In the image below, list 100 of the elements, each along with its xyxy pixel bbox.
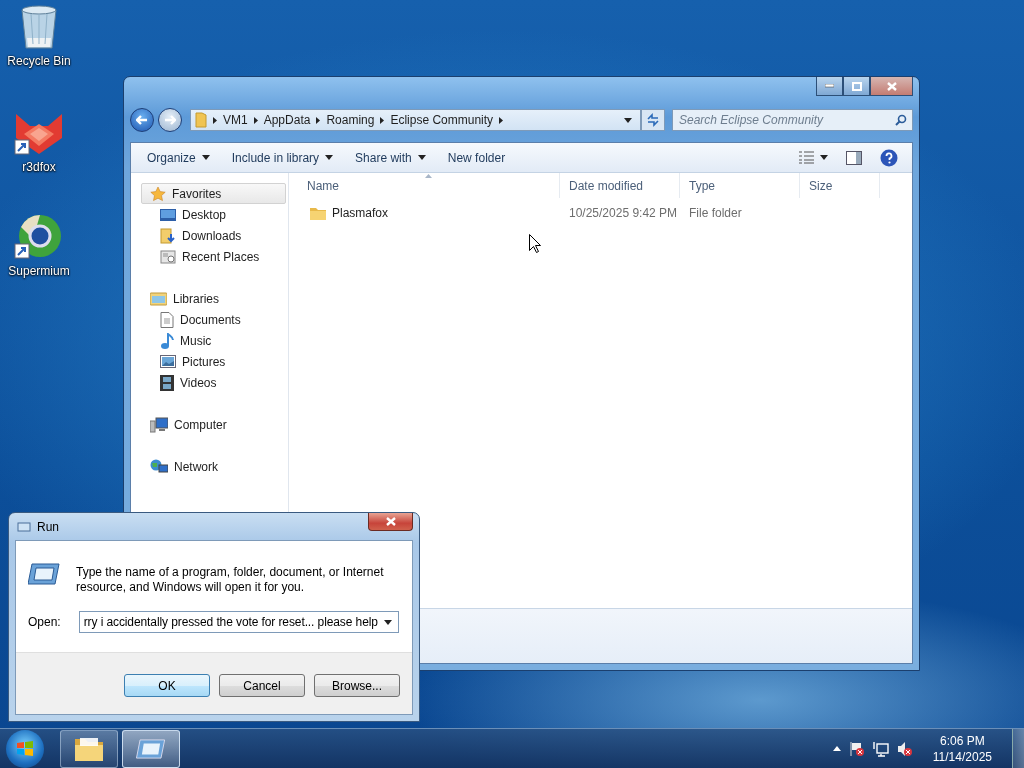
toolbar-button[interactable]: Include in library <box>223 146 342 169</box>
address-bar[interactable]: VM1 AppData Roaming Eclipse Community <box>190 109 641 131</box>
caret-icon <box>201 155 210 160</box>
search-icon <box>895 114 907 126</box>
show-hidden-icons-button[interactable] <box>832 746 841 751</box>
nav-item[interactable]: Libraries <box>141 288 286 309</box>
refresh-icon <box>646 113 660 127</box>
chevron-icon <box>316 116 321 124</box>
network-status-button[interactable] <box>872 740 889 757</box>
back-arrow-icon <box>136 115 148 125</box>
nav-item[interactable]: Network <box>141 456 286 477</box>
folder-icon <box>74 735 104 762</box>
breadcrumb-item[interactable]: Roaming <box>326 113 375 127</box>
breadcrumb-item[interactable]: AppData <box>263 113 311 127</box>
toolbar-button[interactable]: Organize <box>139 146 218 169</box>
nav-item[interactable]: Music <box>141 330 286 351</box>
table-cell-text: 10/25/2025 9:42 PM <box>568 206 679 220</box>
nav-item[interactable]: Videos <box>141 372 286 393</box>
browser-app-icon[interactable] <box>14 214 64 260</box>
nav-item[interactable]: Computer <box>141 414 286 435</box>
preview-pane-button[interactable] <box>844 148 864 167</box>
close-button[interactable] <box>368 513 413 531</box>
up-arrow-icon <box>832 746 841 751</box>
flag-error-icon <box>848 740 865 757</box>
toolbar-button[interactable]: New folder <box>439 146 514 169</box>
caret-icon <box>325 155 334 160</box>
windows-logo-icon <box>16 740 34 757</box>
chevron-icon <box>253 116 258 124</box>
nav-item[interactable]: Favorites <box>141 183 286 204</box>
nav-item[interactable]: Desktop <box>141 204 286 225</box>
table-cell-text: File folder <box>688 206 743 220</box>
back-button[interactable] <box>130 108 154 132</box>
column-header[interactable]: Size <box>800 173 880 198</box>
column-header[interactable]: Date modified <box>560 173 680 198</box>
mouse-pointer-icon <box>529 234 541 253</box>
chevron-icon <box>213 116 217 124</box>
desktop-icon-label[interactable]: r3dfox <box>22 160 56 174</box>
close-icon <box>385 517 396 526</box>
library-icon <box>150 291 167 306</box>
help-icon <box>880 148 898 167</box>
star-icon <box>150 185 166 202</box>
start-button[interactable] <box>6 729 44 768</box>
recycle-bin-icon[interactable] <box>19 4 59 50</box>
desktop-icon <box>160 207 176 222</box>
chevron-icon <box>499 116 504 124</box>
view-options-button[interactable] <box>797 149 830 166</box>
instruction-text: Type the name of a program, folder, document, or Internet resource, and Windows will open it for you. <box>76 565 385 595</box>
caret-icon <box>820 155 828 160</box>
forward-arrow-icon <box>164 115 176 125</box>
list-view-icon <box>799 151 814 164</box>
breadcrumb-item[interactable]: Eclipse Community <box>390 113 494 127</box>
computer-icon <box>150 416 168 433</box>
run-icon <box>17 521 31 532</box>
clock-time: 6:06 PM <box>940 732 985 749</box>
nav-item[interactable]: Pictures <box>141 351 286 372</box>
toolbar-button[interactable]: Share with <box>347 146 434 169</box>
network-icon <box>150 458 168 475</box>
desktop-icon-label[interactable]: Supermium <box>8 264 70 278</box>
open-input-field[interactable]: rry i accidentally pressed the vote for reset... please help <box>78 611 399 633</box>
folder-download-icon <box>160 227 176 244</box>
nav-item[interactable]: Recent Places <box>141 246 286 267</box>
dialog-button[interactable]: Browse... <box>314 674 400 697</box>
film-icon <box>160 374 174 391</box>
refresh-button[interactable] <box>641 109 665 131</box>
caret-icon <box>624 117 632 123</box>
folder-icon <box>195 112 207 128</box>
clock-date: 11/14/2025 <box>932 748 992 765</box>
taskbar-button[interactable] <box>122 729 180 768</box>
clock[interactable]: 6:06 PM 11/14/2025 <box>926 731 998 766</box>
search-field[interactable]: Search Eclipse Community <box>672 109 913 131</box>
open-label: Open: <box>28 615 61 629</box>
caret-icon <box>383 619 392 625</box>
taskbar-button[interactable] <box>60 729 118 768</box>
dialog-title: Run <box>37 519 59 534</box>
sort-arrow-icon <box>425 174 432 178</box>
breadcrumb-item[interactable]: VM1 <box>223 113 248 127</box>
desktop-icon-label[interactable]: Recycle Bin <box>7 54 71 68</box>
caret-icon <box>417 155 426 160</box>
dialog-button[interactable]: Cancel <box>219 674 305 697</box>
speaker-muted-icon <box>896 740 913 757</box>
forward-button[interactable] <box>158 108 182 132</box>
column-header[interactable]: Type <box>680 173 800 198</box>
minimize-button[interactable] <box>816 77 843 96</box>
file-name-cell[interactable]: Plasmafox <box>298 206 560 220</box>
document-icon <box>160 311 174 328</box>
close-button[interactable] <box>870 77 913 96</box>
nav-item[interactable]: Documents <box>141 309 286 330</box>
volume-button[interactable] <box>896 740 913 757</box>
folder-icon <box>310 206 326 220</box>
close-icon <box>886 81 897 91</box>
maximize-button[interactable] <box>843 77 870 96</box>
nav-item[interactable]: Downloads <box>141 225 286 246</box>
action-center-button[interactable] <box>848 740 865 757</box>
pane-icon <box>846 150 862 165</box>
recent-places-icon <box>160 248 176 265</box>
maximize-icon <box>851 81 862 91</box>
dialog-button[interactable]: OK <box>124 674 210 697</box>
show-desktop-button[interactable] <box>1012 728 1024 768</box>
run-icon <box>136 738 166 759</box>
picture-icon <box>160 355 176 368</box>
